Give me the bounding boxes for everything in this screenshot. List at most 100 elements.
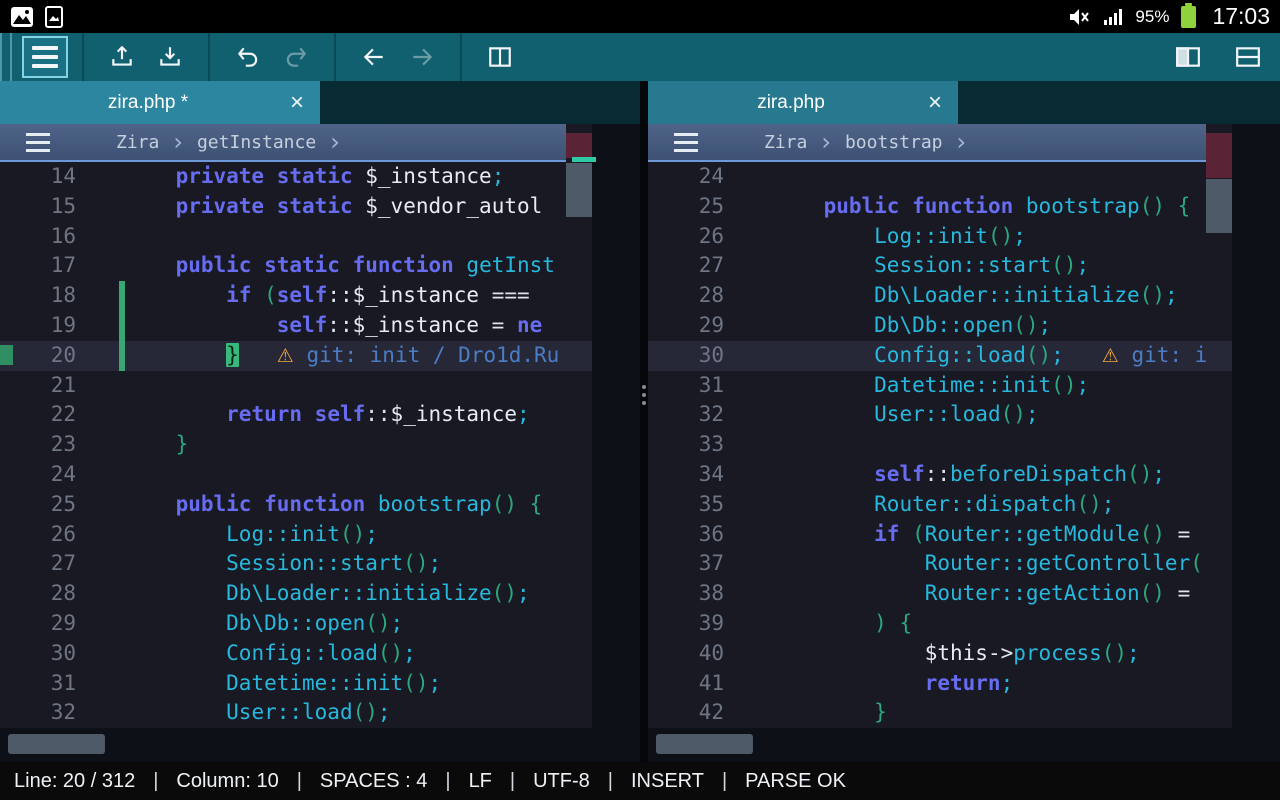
code-line[interactable]: 20 } ⚠ git: init / Dro1d.Ru bbox=[0, 341, 592, 371]
code-line[interactable]: 27 Session::start(); bbox=[0, 549, 592, 579]
split-vertical-button[interactable] bbox=[1164, 33, 1212, 81]
git-annotation: git: i bbox=[1131, 343, 1207, 367]
tab-close-icon[interactable]: × bbox=[290, 91, 304, 115]
editor-content: Zira › getInstance › 14 private static $… bbox=[0, 124, 640, 728]
code-text: User::load(); bbox=[125, 698, 592, 728]
code-line[interactable]: 15 private static $_vendor_autol bbox=[0, 192, 592, 222]
line-number: 35 bbox=[648, 490, 724, 520]
open-button[interactable] bbox=[98, 33, 146, 81]
code-token: { bbox=[1178, 194, 1191, 218]
line-number: 27 bbox=[0, 549, 76, 579]
code-line[interactable]: 33 bbox=[648, 430, 1232, 460]
code-line[interactable]: 21 bbox=[0, 371, 592, 401]
redo-button[interactable] bbox=[272, 33, 320, 81]
menu-button[interactable] bbox=[22, 36, 68, 78]
editor-toolbar bbox=[0, 33, 1280, 81]
code-line[interactable]: 24 bbox=[648, 162, 1232, 192]
code-token: ( bbox=[912, 522, 925, 546]
code-token: () bbox=[492, 581, 517, 605]
code-line[interactable]: 25 public function bootstrap() { bbox=[648, 192, 1232, 222]
code-token: { bbox=[899, 611, 912, 635]
split-view-button[interactable] bbox=[476, 33, 524, 81]
code-token: () bbox=[1051, 373, 1076, 397]
code-line[interactable]: 37 Router::getController( bbox=[648, 549, 1232, 579]
code-token: return bbox=[226, 402, 302, 426]
code-editor[interactable]: 2425 public function bootstrap() {26 Log… bbox=[648, 162, 1232, 728]
save-button[interactable] bbox=[146, 33, 194, 81]
change-indicator bbox=[76, 490, 125, 520]
code-line[interactable]: 30 Config::load(); bbox=[0, 639, 592, 669]
code-line[interactable]: 29 Db\Db::open(); bbox=[0, 609, 592, 639]
back-button[interactable] bbox=[350, 33, 398, 81]
code-token bbox=[773, 492, 874, 516]
code-line[interactable]: 39 ) { bbox=[648, 609, 1232, 639]
breadcrumb: Zira › bootstrap › bbox=[648, 124, 1206, 162]
code-line[interactable]: 22 return self::$_instance; bbox=[0, 400, 592, 430]
toolbar-grip[interactable] bbox=[0, 33, 12, 81]
code-line[interactable]: 16 bbox=[0, 222, 592, 252]
breadcrumb-item-class[interactable]: Zira bbox=[764, 132, 807, 153]
horizontal-scrollbar[interactable] bbox=[656, 734, 753, 754]
line-number: 42 bbox=[648, 698, 724, 728]
code-line[interactable]: 36 if (Router::getModule() = bbox=[648, 520, 1232, 550]
breadcrumb-item-class[interactable]: Zira bbox=[116, 132, 159, 153]
code-line[interactable]: 34 self::beforeDispatch(); bbox=[648, 460, 1232, 490]
code-line[interactable]: 29 Db\Db::open(); bbox=[648, 311, 1232, 341]
code-line[interactable]: 14 private static $_instance; bbox=[0, 162, 592, 192]
breadcrumb-menu-icon[interactable] bbox=[26, 141, 52, 144]
code-line[interactable]: 31 Datetime::init(); bbox=[0, 669, 592, 699]
code-line[interactable]: 42 } bbox=[648, 698, 1232, 728]
split-horizontal-button[interactable] bbox=[1224, 33, 1272, 81]
code-token: } bbox=[176, 432, 189, 456]
vertical-scrollbar[interactable] bbox=[566, 163, 592, 217]
vertical-scrollbar[interactable] bbox=[1206, 179, 1232, 233]
status-separator: | bbox=[445, 770, 450, 793]
code-editor[interactable]: 14 private static $_instance;15 private … bbox=[0, 162, 592, 728]
code-line[interactable]: 38 Router::getAction() = bbox=[648, 579, 1232, 609]
code-line[interactable]: 26 Log::init(); bbox=[0, 520, 592, 550]
breadcrumb-item-method[interactable]: getInstance bbox=[197, 132, 316, 153]
code-line[interactable]: 35 Router::dispatch(); bbox=[648, 490, 1232, 520]
code-line[interactable]: 32 User::load(); bbox=[648, 400, 1232, 430]
breadcrumb-item-method[interactable]: bootstrap bbox=[845, 132, 943, 153]
tab-close-icon[interactable]: × bbox=[928, 91, 942, 115]
tab-zira-php[interactable]: zira.php * × bbox=[0, 81, 320, 124]
code-line[interactable]: 19 self::$_instance = ne bbox=[0, 311, 592, 341]
divider-handle-icon[interactable] bbox=[641, 381, 647, 409]
code-token: () bbox=[1102, 641, 1127, 665]
change-indicator bbox=[724, 520, 773, 550]
code-token: User::load bbox=[874, 402, 1000, 426]
code-token: ; bbox=[517, 402, 530, 426]
code-line[interactable]: 41 return; bbox=[648, 669, 1232, 699]
code-token bbox=[125, 641, 226, 665]
code-line[interactable]: 26 Log::init(); bbox=[648, 222, 1232, 252]
undo-button[interactable] bbox=[224, 33, 272, 81]
horizontal-scrollbar[interactable] bbox=[8, 734, 105, 754]
code-line[interactable]: 18 if (self::$_instance === bbox=[0, 281, 592, 311]
code-token: ; bbox=[428, 551, 441, 575]
code-line[interactable]: 24 bbox=[0, 460, 592, 490]
breadcrumb-menu-icon[interactable] bbox=[674, 141, 700, 144]
code-line[interactable]: 32 User::load(); bbox=[0, 698, 592, 728]
forward-button[interactable] bbox=[398, 33, 446, 81]
code-line[interactable]: 31 Datetime::init(); bbox=[648, 371, 1232, 401]
pane-divider[interactable] bbox=[640, 81, 648, 762]
code-token: ; bbox=[1102, 492, 1115, 516]
change-indicator bbox=[724, 579, 773, 609]
code-line[interactable]: 17 public static function getInst bbox=[0, 251, 592, 281]
code-line[interactable]: 28 Db\Loader::initialize(); bbox=[0, 579, 592, 609]
code-line[interactable]: 40 $this->process(); bbox=[648, 639, 1232, 669]
code-text bbox=[125, 460, 592, 490]
code-token: if bbox=[874, 522, 899, 546]
code-line[interactable]: 27 Session::start(); bbox=[648, 251, 1232, 281]
code-line[interactable]: 25 public function bootstrap() { bbox=[0, 490, 592, 520]
code-line[interactable]: 28 Db\Loader::initialize(); bbox=[648, 281, 1232, 311]
horizontal-scroll-track bbox=[0, 728, 640, 762]
code-line[interactable]: 23 } bbox=[0, 430, 592, 460]
code-line[interactable]: 30 Config::load(); ⚠ git: i bbox=[648, 341, 1232, 371]
code-token: ; bbox=[492, 164, 505, 188]
battery-icon bbox=[1179, 6, 1196, 28]
tab-zira-php[interactable]: zira.php × bbox=[648, 81, 958, 124]
line-number: 33 bbox=[648, 430, 724, 460]
line-number: 25 bbox=[0, 490, 76, 520]
